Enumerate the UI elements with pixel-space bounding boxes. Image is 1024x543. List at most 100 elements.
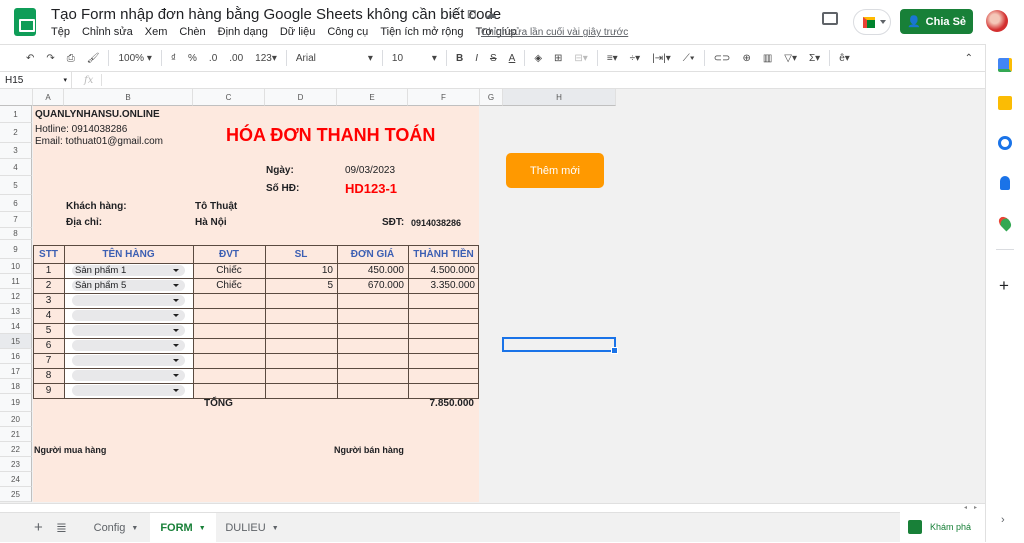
zoom-select[interactable]: 100% ▾ [112, 53, 157, 64]
row-header-5[interactable]: 5 [0, 176, 32, 195]
contacts-icon[interactable] [1000, 176, 1010, 190]
increase-decimal-button[interactable]: .00 [223, 53, 249, 64]
product-dropdown[interactable]: Sản phẩm 5 [72, 280, 185, 291]
row-header-16[interactable]: 16 [0, 349, 32, 364]
name-box[interactable]: H15 ▾ [0, 72, 72, 88]
add-new-button[interactable]: Thêm mới [506, 153, 604, 188]
selected-cell-h15[interactable] [502, 337, 618, 354]
line-total-cell[interactable]: 3.350.000 [408, 280, 479, 291]
currency-button[interactable]: ₫ [165, 53, 182, 64]
stt-cell[interactable]: 4 [33, 310, 64, 321]
unit-cell[interactable]: Chiếc [193, 265, 265, 276]
merge-cells-icon[interactable]: ⊟▾ [568, 53, 593, 64]
tab-form[interactable]: FORM ▼ [150, 513, 216, 543]
share-button[interactable]: 👤 Chia Sẻ [900, 9, 973, 34]
product-dropdown[interactable]: Sản phẩm 1 [72, 265, 185, 276]
product-dropdown[interactable] [72, 310, 185, 321]
borders-icon[interactable]: ⊞ [548, 53, 568, 64]
product-dropdown[interactable] [72, 295, 185, 306]
price-cell[interactable]: 670.000 [337, 280, 408, 291]
spreadsheet-grid[interactable]: A B C D E F G H 1 2 3 4 5 6 7 8 9 10 11 12 13 14 15 16 1… [0, 89, 985, 503]
menu-file[interactable]: Tệp [51, 26, 70, 38]
scroll-left-icon[interactable]: ◂ [964, 504, 967, 511]
column-header-c[interactable]: C [193, 89, 265, 106]
font-dropdown-icon[interactable]: ▾ [362, 53, 379, 64]
product-dropdown[interactable] [72, 355, 185, 366]
row-header-8[interactable]: 8 [0, 228, 32, 240]
filter-icon[interactable]: ▽▾ [778, 53, 803, 64]
stt-cell[interactable]: 6 [33, 340, 64, 351]
fill-color-icon[interactable]: ◈ [528, 53, 548, 64]
row-header-2[interactable]: 2 [0, 123, 32, 143]
row-header-4[interactable]: 4 [0, 159, 32, 176]
get-addons-icon[interactable]: + [999, 276, 1009, 296]
menu-tools[interactable]: Công cụ [327, 26, 368, 38]
print-icon[interactable]: ⎙ [61, 53, 81, 64]
redo-icon[interactable]: ↷ [40, 53, 60, 64]
input-tools-icon[interactable]: ê▾ [833, 53, 856, 64]
avatar[interactable] [986, 10, 1008, 32]
quantity-cell[interactable]: 10 [265, 265, 337, 276]
row-header-20[interactable]: 20 [0, 412, 32, 427]
row-header-7[interactable]: 7 [0, 212, 32, 228]
strikethrough-icon[interactable]: S [484, 53, 503, 64]
row-header-6[interactable]: 6 [0, 195, 32, 212]
column-header-h[interactable]: H [503, 89, 616, 106]
column-header-a[interactable]: A [33, 89, 64, 106]
italic-icon[interactable]: I [469, 53, 484, 64]
insert-comment-icon[interactable]: ⊕ [736, 53, 756, 64]
chevron-down-icon[interactable]: ▼ [131, 525, 138, 532]
price-cell[interactable]: 450.000 [337, 265, 408, 276]
row-header-23[interactable]: 23 [0, 457, 32, 472]
quantity-cell[interactable]: 5 [265, 280, 337, 291]
row-header-1[interactable]: 1 [0, 106, 32, 123]
horizontal-scrollbar[interactable]: ◂ ▸ [0, 503, 985, 512]
menu-edit[interactable]: Chỉnh sửa [82, 26, 133, 38]
font-select[interactable]: Arial [290, 53, 362, 64]
product-dropdown[interactable] [72, 325, 185, 336]
row-header-11[interactable]: 11 [0, 274, 32, 289]
keep-icon[interactable] [998, 96, 1012, 110]
move-folder-icon[interactable]: ⊡ [467, 7, 485, 21]
add-sheet-icon[interactable]: + [34, 519, 43, 536]
line-total-cell[interactable]: 4.500.000 [408, 265, 479, 276]
insert-chart-icon[interactable]: ▥ [757, 53, 778, 64]
tasks-icon[interactable] [998, 136, 1012, 150]
stt-cell[interactable]: 2 [33, 280, 64, 291]
product-dropdown[interactable] [72, 385, 185, 396]
stt-cell[interactable]: 8 [33, 370, 64, 381]
scroll-right-icon[interactable]: ▸ [974, 504, 977, 511]
stt-cell[interactable]: 9 [33, 385, 64, 396]
row-header-17[interactable]: 17 [0, 364, 32, 379]
product-dropdown[interactable] [72, 370, 185, 381]
maps-icon[interactable] [996, 214, 1014, 232]
column-header-b[interactable]: B [64, 89, 193, 106]
vertical-align-icon[interactable]: ÷▾ [624, 53, 647, 64]
chevron-down-icon[interactable]: ▼ [199, 525, 206, 532]
row-header-10[interactable]: 10 [0, 259, 32, 274]
font-size-select[interactable]: 10 [386, 53, 426, 64]
bold-icon[interactable]: B [450, 53, 469, 64]
menu-extensions[interactable]: Tiện ích mở rộng [380, 26, 463, 38]
menu-data[interactable]: Dữ liệu [280, 26, 316, 38]
stt-cell[interactable]: 1 [33, 265, 64, 276]
row-header-3[interactable]: 3 [0, 143, 32, 159]
functions-icon[interactable]: Σ▾ [803, 53, 826, 64]
percent-button[interactable]: % [182, 53, 203, 64]
star-icon[interactable]: ☆ [448, 7, 467, 21]
comment-history-icon[interactable] [822, 12, 838, 25]
row-header-9[interactable]: 9 [0, 240, 32, 259]
unit-cell[interactable]: Chiếc [193, 280, 265, 291]
column-header-d[interactable]: D [265, 89, 337, 106]
text-rotation-icon[interactable]: ⟋▾ [677, 53, 701, 64]
row-header-12[interactable]: 12 [0, 289, 32, 304]
stt-cell[interactable]: 5 [33, 325, 64, 336]
cloud-status-icon[interactable]: ☁ [485, 7, 505, 21]
font-size-dropdown-icon[interactable]: ▾ [426, 53, 443, 64]
undo-icon[interactable]: ↶ [20, 53, 40, 64]
column-header-f[interactable]: F [408, 89, 480, 106]
meet-button[interactable] [853, 9, 891, 35]
row-header-14[interactable]: 14 [0, 319, 32, 334]
row-header-19[interactable]: 19 [0, 394, 32, 412]
menu-insert[interactable]: Chèn [179, 26, 205, 38]
